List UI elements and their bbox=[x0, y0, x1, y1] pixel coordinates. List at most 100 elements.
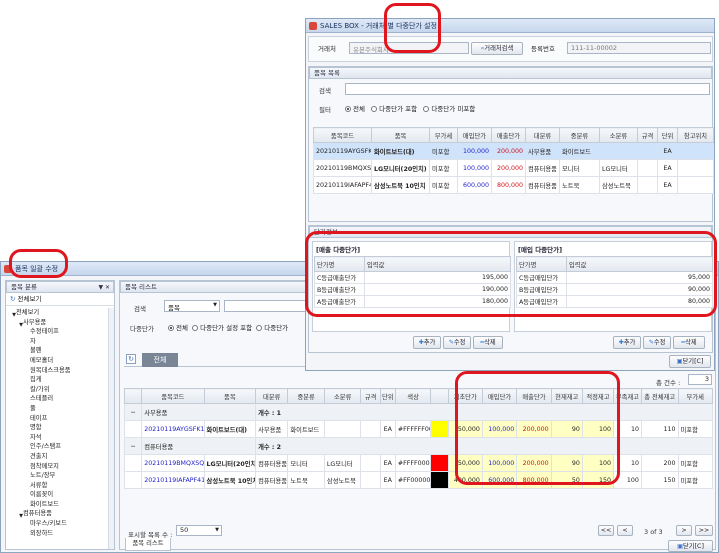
tree-item[interactable]: 이름꽂이 bbox=[8, 490, 106, 500]
tree-item[interactable]: 메모홀더 bbox=[8, 356, 106, 366]
column-header[interactable]: 품목코드 bbox=[141, 388, 205, 404]
column-header[interactable]: 부족재고 bbox=[613, 388, 642, 404]
sell-add-button[interactable]: ✚추가 bbox=[413, 336, 441, 349]
column-header[interactable]: 총 전체재고 bbox=[640, 388, 679, 404]
tree-scrollbar[interactable] bbox=[108, 308, 114, 549]
tree-item[interactable]: ▲컴퓨터용품 bbox=[8, 509, 106, 519]
column-header[interactable]: 대분류 bbox=[525, 127, 560, 143]
column-header[interactable]: 품목코드 bbox=[313, 127, 372, 143]
price-row[interactable]: C등급매출단가 195,000 bbox=[314, 271, 511, 284]
tree-item[interactable]: 마우스/키보드 bbox=[8, 519, 106, 529]
price-value-input[interactable]: 180,000 bbox=[364, 295, 511, 308]
radio-multi[interactable]: 다중단가 bbox=[256, 324, 288, 332]
filter-included[interactable]: 다중단가 포함 bbox=[371, 105, 417, 113]
customer-field[interactable]: 유본주식회사 bbox=[349, 42, 469, 54]
next-page-button[interactable]: > bbox=[676, 525, 692, 536]
column-header[interactable]: 규격 bbox=[637, 127, 658, 143]
sell-delete-button[interactable]: ━삭제 bbox=[473, 336, 503, 349]
buy-add-button[interactable]: ✚추가 bbox=[613, 336, 641, 349]
tree-item[interactable]: 볼펜 bbox=[8, 346, 106, 356]
price-value-input[interactable]: 90,000 bbox=[566, 283, 713, 296]
price-row[interactable]: C등급매입단가 95,000 bbox=[516, 271, 713, 284]
column-header[interactable]: 매출단가 bbox=[491, 127, 526, 143]
page-size-select[interactable]: 50 ▼ bbox=[176, 525, 222, 536]
bottom-tab-item-list[interactable]: 품목 리스트 bbox=[125, 538, 171, 551]
tab-refresh-icon[interactable]: ↻ bbox=[126, 354, 136, 364]
price-value-input[interactable]: 80,000 bbox=[566, 295, 713, 308]
table-row[interactable]: 20210119IAFAPF41 삼성노트북 10인치 컴퓨터용품 노트북 삼성노트북 E… bbox=[123, 471, 713, 489]
price-value-input[interactable]: 190,000 bbox=[364, 283, 511, 296]
tree-item[interactable]: 원목데스크용품 bbox=[8, 366, 106, 376]
tree-item[interactable]: 집게 bbox=[8, 375, 106, 385]
tree-item[interactable]: 칼/가위 bbox=[8, 385, 106, 395]
tree-item[interactable]: 스테플러 bbox=[8, 394, 106, 404]
buy-delete-button[interactable]: ━삭제 bbox=[673, 336, 705, 349]
tree-item[interactable]: ▲사무용품 bbox=[8, 318, 106, 328]
search-input[interactable] bbox=[224, 300, 312, 312]
filter-excluded[interactable]: 다중단가 미포함 bbox=[423, 105, 475, 113]
collapse-icon[interactable]: − bbox=[123, 437, 143, 455]
table-row[interactable]: 20210119AYGSFK19 화이트보드(대) 사무용품 화이트보드 EA #FFFF… bbox=[123, 420, 713, 438]
close-button[interactable]: ▣닫기[C] bbox=[668, 540, 713, 552]
front-table-row[interactable]: 20210119AYGSFK19화이트보드(대)미포함100,000200,00… bbox=[313, 142, 714, 160]
tree-item[interactable]: 노트/장부 bbox=[8, 471, 106, 481]
front-search-input[interactable] bbox=[345, 83, 710, 95]
column-header[interactable]: 단위 bbox=[379, 388, 396, 404]
price-row[interactable]: A등급매출단가 180,000 bbox=[314, 295, 511, 308]
column-header[interactable]: 부가세 bbox=[677, 388, 713, 404]
column-header[interactable]: 중분류 bbox=[287, 388, 325, 404]
group-row[interactable]: − 사무용품 개수 : 1 bbox=[123, 403, 713, 421]
price-value-input[interactable]: 195,000 bbox=[364, 271, 511, 284]
search-combo[interactable]: 품목 ▼ bbox=[164, 300, 220, 312]
column-header[interactable]: 부가세 bbox=[429, 127, 458, 143]
front-close-button[interactable]: ▣닫기[C] bbox=[669, 355, 711, 368]
tree-item[interactable]: 수정테이프 bbox=[8, 327, 106, 337]
view-all-button[interactable]: ↻ 전체보기 bbox=[6, 293, 114, 306]
tree-item[interactable]: 풀 bbox=[8, 404, 106, 414]
last-page-button[interactable]: >> bbox=[695, 525, 713, 536]
column-header[interactable] bbox=[430, 388, 449, 404]
buy-edit-button[interactable]: ✎수정 bbox=[643, 336, 671, 349]
group-row[interactable]: − 컴퓨터용품 개수 : 2 bbox=[123, 437, 713, 455]
column-header[interactable]: 대분류 bbox=[255, 388, 289, 404]
tree-item[interactable]: 외장하드 bbox=[8, 529, 106, 538]
tree-item[interactable]: 명함 bbox=[8, 423, 106, 433]
first-page-button[interactable]: << bbox=[598, 525, 614, 536]
column-header[interactable]: 기초단가 bbox=[447, 388, 483, 404]
column-header[interactable]: 적정재고 bbox=[581, 388, 615, 404]
column-header[interactable]: 매입단가 bbox=[481, 388, 518, 404]
column-header[interactable]: 매출단가 bbox=[516, 388, 552, 404]
column-header[interactable]: 중분류 bbox=[559, 127, 600, 143]
prev-page-button[interactable]: < bbox=[617, 525, 633, 536]
tree-item[interactable]: 자석 bbox=[8, 433, 106, 443]
tree-item[interactable]: 화이트보드 bbox=[8, 500, 106, 510]
tree-item[interactable]: 점착메모지 bbox=[8, 462, 106, 472]
price-value-input[interactable]: 95,000 bbox=[566, 271, 713, 284]
filter-all[interactable]: 전체 bbox=[345, 105, 365, 113]
column-header[interactable]: 품목 bbox=[371, 127, 430, 143]
tab-all[interactable]: 전체 bbox=[142, 353, 178, 367]
tree-item[interactable]: 인주/스탬프 bbox=[8, 442, 106, 452]
column-header[interactable]: 색상 bbox=[394, 388, 432, 404]
front-table-row[interactable]: 20210119IAFAPF41 삼성노트북 10인치 미포함 600,000 800,… bbox=[313, 176, 714, 194]
price-row[interactable]: B등급매입단가 90,000 bbox=[516, 283, 713, 296]
column-header[interactable]: 참고위치 bbox=[677, 127, 714, 143]
price-row[interactable]: B등급매출단가 190,000 bbox=[314, 283, 511, 296]
column-header[interactable]: 매입단가 bbox=[457, 127, 492, 143]
tree-toggle-icon[interactable]: ▲ bbox=[8, 309, 16, 319]
column-header[interactable]: 품목 bbox=[203, 388, 257, 404]
customer-search-button[interactable]: ⌕거래처검색 bbox=[471, 42, 523, 55]
table-row[interactable]: 20210119BMQXSQ15LG모니터(20인치)컴퓨터용품모니터LG모니터… bbox=[123, 454, 713, 472]
collapse-icon[interactable]: − bbox=[123, 403, 143, 421]
tree-item[interactable]: 자 bbox=[8, 337, 106, 347]
column-header[interactable]: 소분류 bbox=[599, 127, 638, 143]
column-header[interactable]: 소분류 bbox=[323, 388, 362, 404]
tree-item[interactable]: 테이프 bbox=[8, 414, 106, 424]
radio-all[interactable]: 전체 bbox=[168, 324, 188, 332]
panel-pin-icon[interactable]: ▼ ✕ bbox=[98, 282, 110, 293]
column-header[interactable]: 규격 bbox=[360, 388, 381, 404]
sell-edit-button[interactable]: ✎수정 bbox=[443, 336, 471, 349]
tree-item[interactable]: ▲전체보기 bbox=[8, 308, 106, 318]
price-row[interactable]: A등급매입단가 80,000 bbox=[516, 295, 713, 308]
column-header[interactable]: 단위 bbox=[657, 127, 678, 143]
